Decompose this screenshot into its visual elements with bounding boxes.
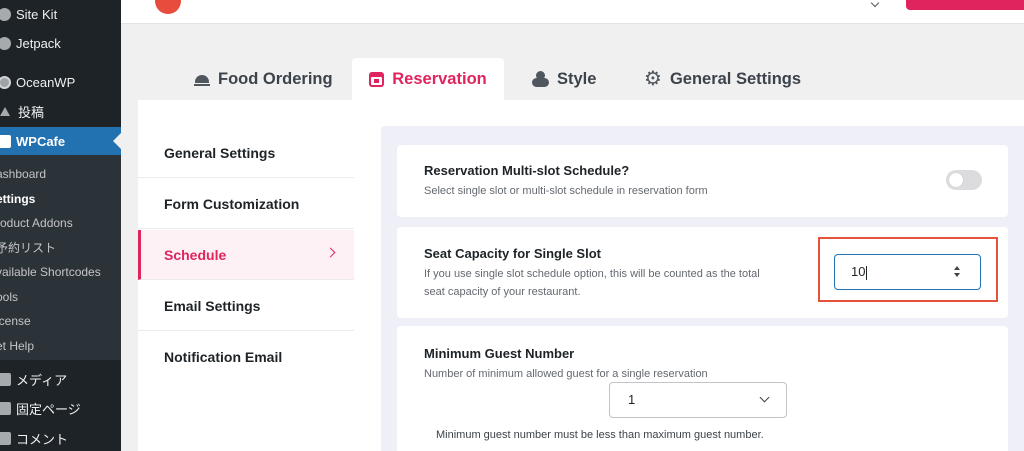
tab-reservation[interactable]: Reservation [352, 58, 504, 100]
site-kit-icon [0, 7, 11, 21]
card-description: seat capacity of your restaurant. [424, 286, 581, 298]
menu-item-site-kit[interactable]: Site Kit [0, 0, 121, 28]
page-icon [0, 401, 11, 415]
tab-label: Style [557, 69, 597, 88]
minimum-guest-card: Minimum Guest Number Number of minimum a… [397, 326, 1008, 451]
submenu-dashboard[interactable]: ashboard [0, 164, 46, 184]
minimum-guest-note: Minimum guest number must be less than m… [436, 429, 764, 441]
settings-nav-form-customization[interactable]: Form Customization [138, 179, 354, 229]
settings-nav-general[interactable]: General Settings [138, 128, 354, 178]
card-title: Seat Capacity for Single Slot [424, 246, 601, 261]
seat-capacity-card: Seat Capacity for Single Slot If you use… [397, 227, 1008, 318]
menu-item-label: Jetpack [16, 35, 61, 51]
cloche-icon [194, 73, 210, 86]
highlight-box [818, 237, 998, 302]
menu-item-label: メディア [16, 372, 68, 388]
menu-item-label: OceanWP [16, 74, 76, 90]
submenu-reservation-list[interactable]: 予約リスト [0, 238, 56, 258]
oceanwp-icon [0, 75, 11, 89]
wpcafe-icon [0, 134, 11, 148]
gear-icon: ⚙ [644, 68, 662, 90]
chevron-right-icon [325, 247, 336, 258]
settings-panel: General Settings Form Customization Sche… [138, 100, 1024, 451]
multi-slot-toggle[interactable] [946, 170, 982, 190]
menu-item-pages[interactable]: 固定ページ [0, 394, 121, 422]
calendar-icon [369, 71, 385, 87]
card-description: If you use single slot schedule option, … [424, 268, 760, 280]
menu-item-oceanwp[interactable]: OceanWP [0, 68, 121, 96]
tab-label: Reservation [392, 69, 487, 88]
multi-slot-card: Reservation Multi-slot Schedule? Select … [397, 145, 1008, 217]
tab-style[interactable]: Style [532, 58, 602, 100]
toggle-knob [949, 173, 963, 187]
plugin-header [121, 0, 1024, 24]
menu-item-label: コメント [16, 431, 69, 447]
settings-nav-label: General Settings [164, 144, 276, 161]
schedule-content: Reservation Multi-slot Schedule? Select … [381, 126, 1024, 451]
jetpack-icon [0, 36, 11, 50]
submenu-product-addons[interactable]: roduct Addons [0, 213, 73, 233]
settings-nav-label: Email Settings [164, 297, 261, 314]
settings-nav-label: Schedule [164, 246, 227, 263]
wpcafe-submenu: ashboard ettings roduct Addons 予約リスト vai… [0, 155, 121, 360]
tab-label: Food Ordering [218, 69, 333, 88]
settings-nav-email[interactable]: Email Settings [138, 281, 354, 331]
menu-item-label: 固定ページ [16, 401, 81, 417]
menu-item-wpcafe[interactable]: WPCafe [0, 127, 121, 155]
header-action-button[interactable] [906, 0, 1024, 10]
style-icon [532, 71, 549, 87]
comment-icon [0, 431, 11, 445]
menu-item-media[interactable]: メディア [0, 365, 121, 393]
settings-nav-label: Notification Email [164, 349, 283, 365]
submenu-tools[interactable]: ools [0, 287, 18, 307]
card-description: Select single slot or multi-slot schedul… [424, 185, 708, 197]
settings-nav-label: Form Customization [164, 195, 300, 212]
pin-icon [0, 106, 10, 116]
settings-nav-notification-email[interactable]: Notification Email [138, 332, 354, 382]
menu-item-label: Site Kit [16, 6, 58, 22]
menu-item-label: WPCafe [16, 133, 66, 149]
chevron-down-icon [759, 392, 770, 403]
settings-nav-schedule[interactable]: Schedule [138, 230, 354, 280]
card-title: Reservation Multi-slot Schedule? [424, 163, 630, 178]
tab-general-settings[interactable]: ⚙ General Settings [644, 58, 804, 100]
menu-item-comments[interactable]: コメント [0, 424, 121, 451]
submenu-license[interactable]: icense [0, 311, 31, 331]
select-value: 1 [628, 392, 636, 407]
submenu-settings[interactable]: ettings [0, 189, 35, 209]
submenu-available-shortcodes[interactable]: vailable Shortcodes [0, 262, 101, 282]
admin-sidebar: Site Kit Jetpack OceanWP 投稿 WPCafe ashbo… [0, 0, 121, 451]
tab-label: General Settings [669, 69, 802, 88]
menu-item-posts[interactable]: 投稿 [0, 97, 121, 125]
card-title: Minimum Guest Number [424, 346, 575, 361]
menu-item-jetpack[interactable]: Jetpack [0, 29, 121, 57]
tab-food-ordering[interactable]: Food Ordering [194, 58, 334, 100]
media-icon [0, 372, 11, 386]
menu-item-label: 投稿 [18, 104, 45, 120]
submenu-get-help[interactable]: et Help [0, 336, 34, 356]
minimum-guest-select[interactable]: 1 [609, 382, 787, 418]
